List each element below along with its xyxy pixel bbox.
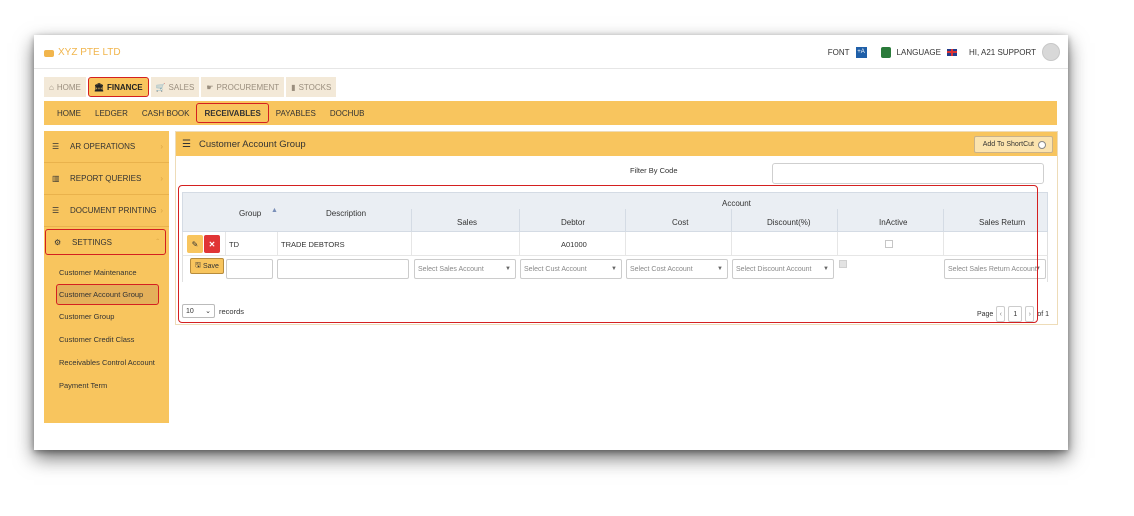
- sidebar-subitem-customer-credit-class[interactable]: Customer Credit Class: [44, 328, 169, 351]
- cart-icon: 🛒: [155, 82, 166, 92]
- list-icon: ☰: [52, 142, 60, 151]
- tab-label: STOCKS: [298, 82, 332, 92]
- sidebar-item-label: SETTINGS: [72, 237, 113, 247]
- top-right-controls: FONT +A LANGUAGE HI, A21 SUPPORT: [828, 43, 1060, 61]
- sidebar-item-settings[interactable]: ⚙ SETTINGS ˆ: [45, 229, 166, 255]
- font-label: FONT: [827, 47, 850, 57]
- filter-by-code-input[interactable]: [772, 163, 1044, 184]
- hamburger-icon: ☰: [182, 138, 191, 150]
- chevron-up-icon: ˆ: [156, 238, 159, 247]
- sidebar: ☰ AR OPERATIONS › ▥ REPORT QUERIES › ☰ D…: [44, 131, 169, 423]
- tab-label: PROCUREMENT: [216, 82, 280, 92]
- sidebar-subitem-customer-maintenance[interactable]: Customer Maintenance: [44, 261, 169, 284]
- top-bar: XYZ PTE LTD FONT +A LANGUAGE HI, A21 SUP…: [34, 35, 1068, 69]
- tab-finance[interactable]: 🏛 FINANCE: [87, 77, 149, 97]
- sidebar-item-report-queries[interactable]: ▥ REPORT QUERIES ›: [44, 163, 169, 195]
- chevron-right-icon: ›: [160, 174, 163, 183]
- procurement-icon: ☛: [206, 82, 214, 92]
- brand-name: XYZ PTE LTD: [58, 47, 121, 58]
- chevron-right-icon: ›: [160, 206, 163, 215]
- submenu-payables[interactable]: PAYABLES: [269, 103, 323, 123]
- tab-sales[interactable]: 🛒 SALES: [150, 77, 200, 97]
- sidebar-item-ar-operations[interactable]: ☰ AR OPERATIONS ›: [44, 131, 169, 163]
- sidebar-subitem-customer-account-group[interactable]: Customer Account Group: [56, 284, 159, 305]
- sidebar-subitem-receivables-control-account[interactable]: Receivables Control Account: [44, 351, 169, 374]
- chart-icon: ▮: [291, 82, 296, 92]
- shortcut-label: Add To ShortCut: [982, 141, 1034, 148]
- tab-label: HOME: [56, 82, 81, 92]
- list-icon: ☰: [52, 206, 60, 215]
- submenu-dochub[interactable]: DOCHUB: [323, 103, 372, 123]
- chevron-right-icon: ›: [160, 142, 163, 151]
- highlight-box: [178, 185, 1038, 323]
- sidebar-item-label: DOCUMENT PRINTING: [70, 206, 157, 215]
- tab-home[interactable]: ⌂ HOME: [44, 77, 86, 97]
- sidebar-item-label: REPORT QUERIES: [70, 174, 142, 183]
- home-icon: ⌂: [49, 82, 54, 92]
- toggle-circle-icon: [1038, 140, 1046, 149]
- font-size-icon[interactable]: +A: [855, 46, 867, 58]
- submenu-receivables[interactable]: RECEIVABLES: [196, 103, 269, 123]
- bank-icon: 🏛: [93, 82, 104, 92]
- page-title: Customer Account Group: [198, 138, 306, 150]
- page-count: of 1: [1037, 310, 1049, 318]
- gears-icon: ⚙: [54, 237, 62, 247]
- panel-header: ☰ Customer Account Group Add To ShortCut: [176, 132, 1057, 156]
- submenu-home[interactable]: HOME: [50, 103, 88, 123]
- sidebar-subitem-payment-term[interactable]: Payment Term: [44, 374, 169, 397]
- tab-procurement[interactable]: ☛ PROCUREMENT: [201, 77, 285, 97]
- tab-stocks[interactable]: ▮ STOCKS: [286, 77, 337, 97]
- tab-label: FINANCE: [107, 82, 143, 92]
- brand[interactable]: XYZ PTE LTD: [44, 47, 121, 58]
- avatar[interactable]: [1042, 43, 1060, 61]
- sidebar-subitem-customer-group[interactable]: Customer Group: [44, 305, 169, 328]
- submenu-cash-book[interactable]: CASH BOOK: [135, 103, 197, 123]
- app-window: XYZ PTE LTD FONT +A LANGUAGE HI, A21 SUP…: [34, 35, 1068, 450]
- sidebar-item-label: AR OPERATIONS: [70, 142, 136, 151]
- tab-label: SALES: [168, 82, 195, 92]
- bar-chart-icon: ▥: [52, 174, 60, 183]
- finance-submenu: HOME LEDGER CASH BOOK RECEIVABLES PAYABL…: [44, 101, 1057, 125]
- user-greeting[interactable]: HI, A21 SUPPORT: [969, 48, 1036, 57]
- filter-label: Filter By Code: [630, 166, 678, 175]
- briefcase-icon: [44, 48, 54, 57]
- sidebar-item-document-printing[interactable]: ☰ DOCUMENT PRINTING ›: [44, 195, 169, 227]
- submenu-ledger[interactable]: LEDGER: [88, 103, 135, 123]
- add-to-shortcut-button[interactable]: Add To ShortCut: [973, 136, 1053, 153]
- language-globe-icon[interactable]: [880, 46, 891, 58]
- uk-flag-icon[interactable]: [947, 48, 957, 56]
- module-tabs: ⌂ HOME 🏛 FINANCE 🛒 SALES ☛ PROCUREMENT ▮…: [44, 77, 337, 97]
- language-label[interactable]: LANGUAGE: [897, 48, 941, 57]
